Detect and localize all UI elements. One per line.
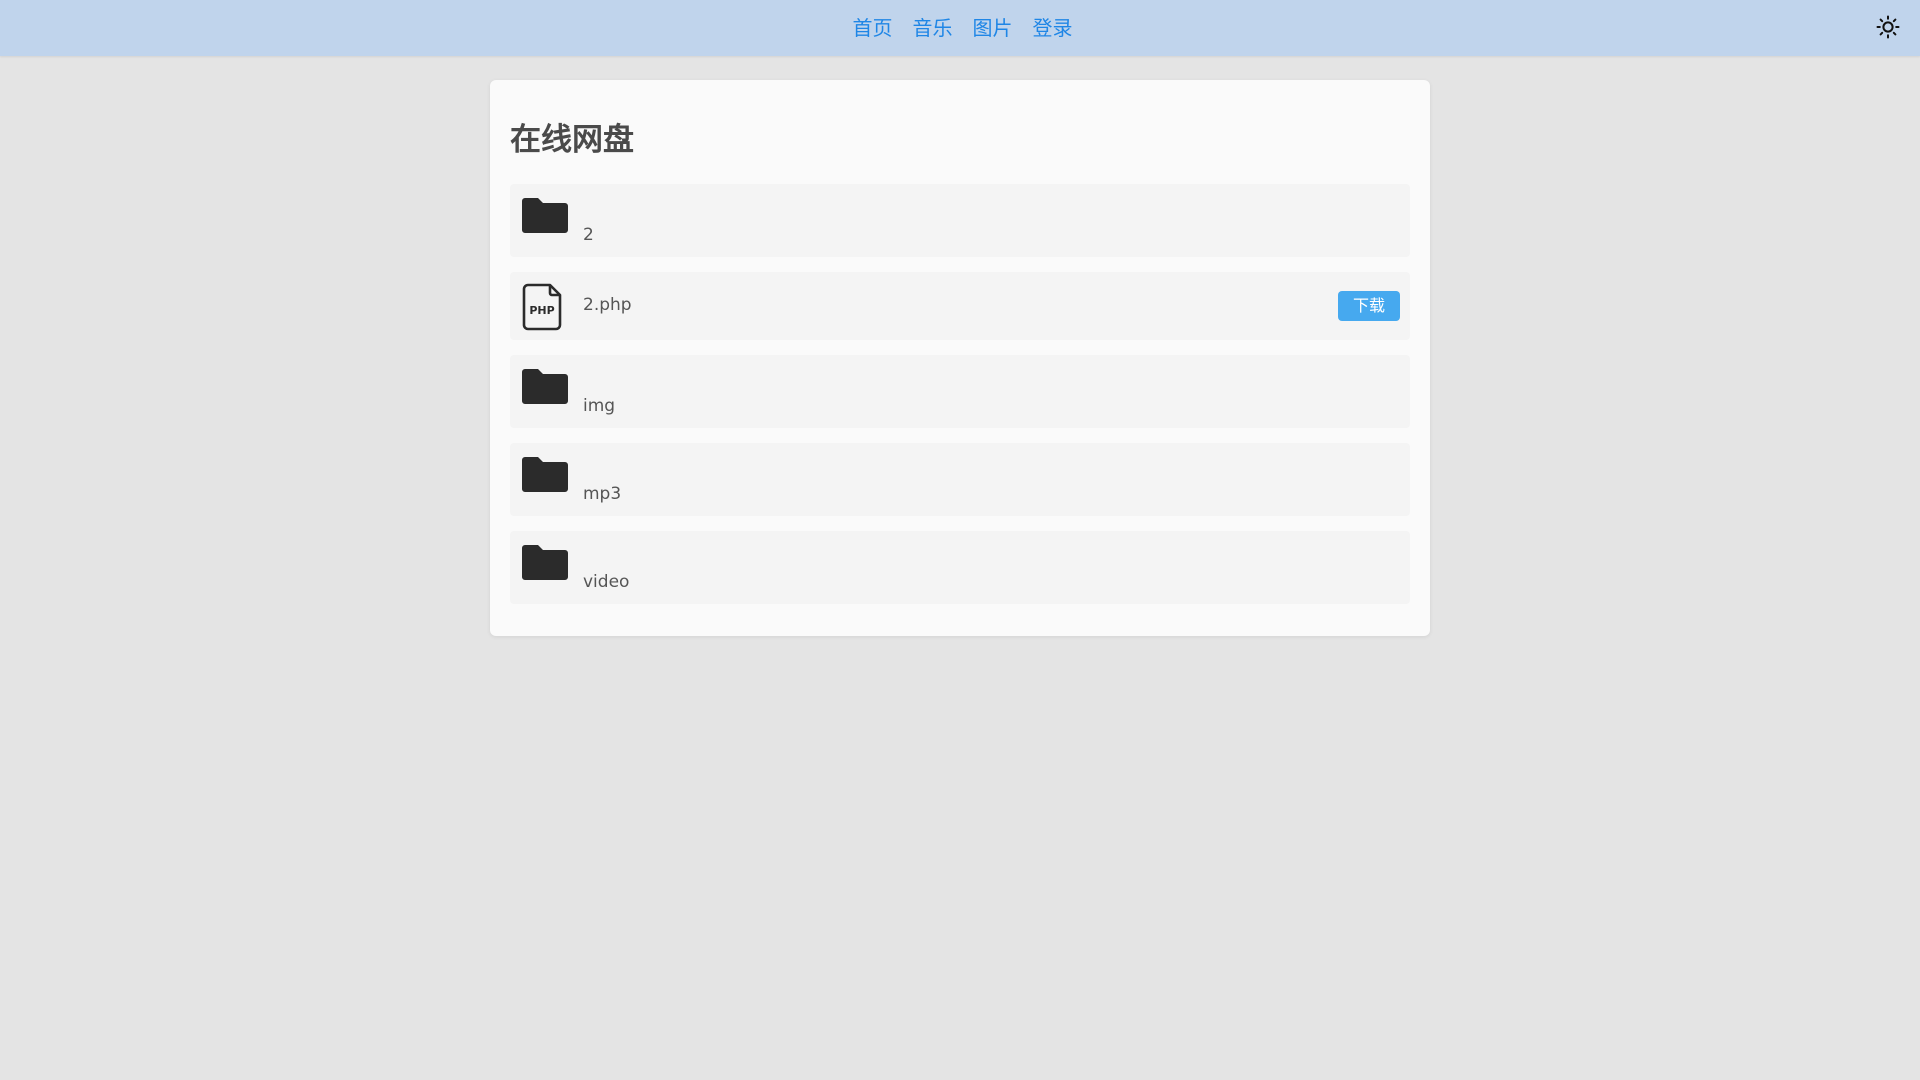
top-navbar: 首页 音乐 图片 登录 (0, 0, 1920, 56)
svg-text:PHP: PHP (529, 304, 554, 317)
file-list-item[interactable]: video (510, 531, 1410, 604)
theme-toggle-button[interactable] (1874, 13, 1902, 41)
file-list-item[interactable]: PHP 2.php 下载 (510, 272, 1410, 340)
file-list-item[interactable]: img (510, 355, 1410, 428)
file-name: mp3 (583, 484, 622, 504)
folder-icon (520, 455, 570, 499)
folder-icon (520, 543, 570, 587)
file-name: video (583, 572, 630, 592)
nav-music-link[interactable]: 音乐 (913, 0, 953, 56)
nav-pictures-link[interactable]: 图片 (973, 0, 1013, 56)
file-list-item[interactable]: mp3 (510, 443, 1410, 516)
sun-icon (1876, 15, 1900, 39)
folder-icon (520, 367, 570, 411)
file-list-item[interactable]: 2 (510, 184, 1410, 257)
php-file-icon: PHP (522, 283, 566, 335)
file-name: 2 (583, 225, 594, 245)
nav-home-link[interactable]: 首页 (853, 0, 893, 56)
download-button[interactable]: 下载 (1338, 291, 1400, 321)
file-name: 2.php (583, 295, 632, 315)
folder-icon (520, 196, 570, 240)
file-browser-card: 在线网盘 2 PHP 2.php 下载 img mp3 video (490, 80, 1430, 636)
nav-login-link[interactable]: 登录 (1033, 0, 1073, 56)
file-name: img (583, 396, 616, 416)
file-list: 2 PHP 2.php 下载 img mp3 video (510, 184, 1410, 619)
main-nav: 首页 音乐 图片 登录 (0, 0, 1920, 56)
page-title: 在线网盘 (510, 122, 634, 158)
